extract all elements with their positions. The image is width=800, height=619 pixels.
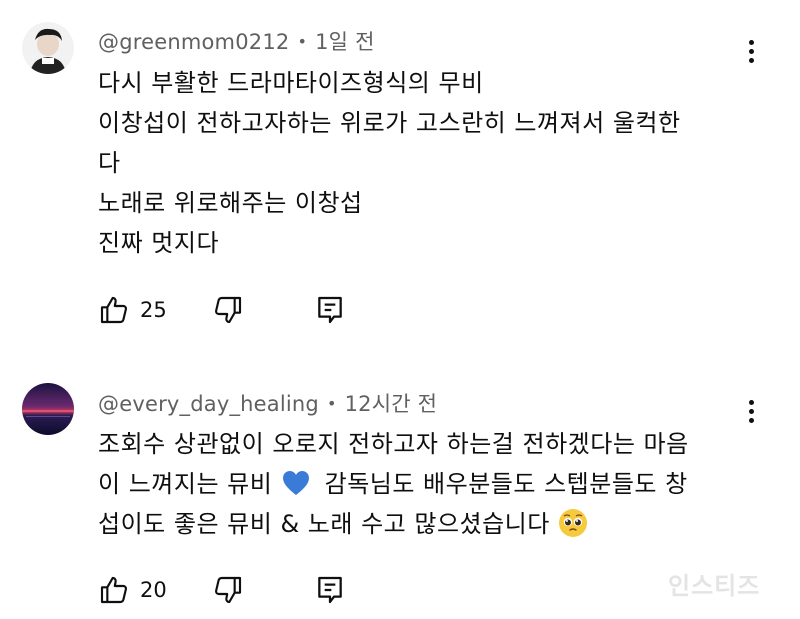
comment-line: 다시 부활한 드라마타이즈형식의 무비 (98, 69, 484, 97)
comment-author[interactable]: @greenmom0212 (98, 30, 289, 54)
comment-line-part: 감독님도 배우분들도 스텝분들도 창 (324, 470, 688, 498)
comment-line: 이창섭이 전하고자하는 위로가 고스란히 느껴져서 울컥한 (98, 109, 681, 137)
reply-button[interactable] (314, 574, 346, 610)
comment-time[interactable]: 12시간 전 (345, 392, 438, 416)
like-button[interactable] (98, 294, 130, 330)
thumbs-down-icon (214, 576, 242, 604)
reply-button[interactable] (314, 294, 346, 330)
comment-meta: @greenmom0212 • 1일 전 (98, 26, 375, 56)
avatar[interactable] (22, 383, 74, 435)
comment-line: 진짜 멋지다 (98, 229, 220, 257)
comment-line: 조회수 상관없이 오로지 전하고자 하는걸 전하겠다는 마음 (98, 430, 689, 458)
comment-text: 조회수 상관없이 오로지 전하고자 하는걸 전하겠다는 마음 이 느껴지는 뮤비… (98, 424, 748, 544)
comment-meta: @every_day_healing • 12시간 전 (98, 388, 437, 418)
reply-icon (318, 576, 342, 604)
comment-line: 노래로 위로해주는 이창섭 (98, 189, 363, 217)
comment-text: 다시 부활한 드라마타이즈형식의 무비 이창섭이 전하고자하는 위로가 고스란히… (98, 63, 748, 263)
pleading-face-icon (558, 509, 587, 537)
like-count: 25 (140, 298, 167, 322)
comment-line-part: 섭이도 좋은 뮤비 & 노래 수고 많으셨습니다 (98, 510, 550, 538)
dislike-button[interactable] (212, 294, 244, 330)
like-count: 20 (140, 578, 167, 602)
comment-line-with-emoji: 섭이도 좋은 뮤비 & 노래 수고 많으셨습니다 (98, 504, 748, 544)
reply-icon (318, 296, 342, 324)
comment-author[interactable]: @every_day_healing (98, 392, 319, 416)
blue-heart-icon (283, 471, 310, 495)
comment-line-part: 이 느껴지는 뮤비 (98, 470, 273, 498)
comment-line: 다 (98, 149, 121, 177)
watermark: 인스티즈 (668, 572, 761, 600)
thumbs-down-icon (214, 296, 242, 324)
like-button[interactable] (98, 574, 130, 610)
meta-separator: • (326, 394, 337, 413)
thumbs-up-icon (100, 296, 128, 324)
meta-separator: • (297, 32, 308, 51)
comment-time[interactable]: 1일 전 (315, 30, 374, 54)
avatar[interactable] (22, 22, 74, 74)
thumbs-up-icon (100, 576, 128, 604)
dislike-button[interactable] (212, 574, 244, 610)
comment-line-with-emoji: 이 느껴지는 뮤비 감독님도 배우분들도 스텝분들도 창 (98, 464, 748, 504)
